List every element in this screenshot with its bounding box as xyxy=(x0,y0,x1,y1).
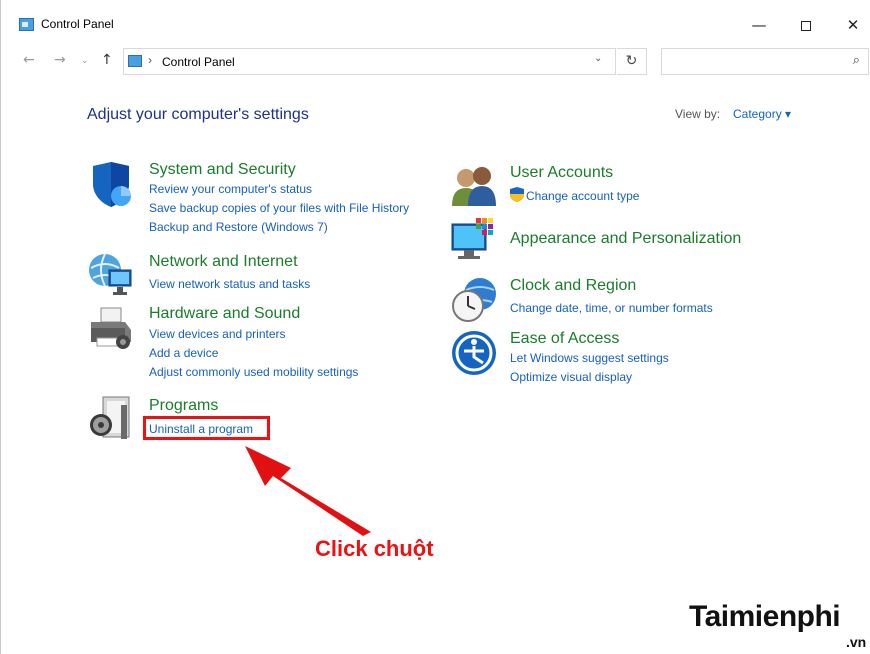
window-title: Control Panel xyxy=(41,17,114,31)
watermark-suffix: .vn xyxy=(846,634,867,650)
title-bar: Control Panel — ✕ xyxy=(1,0,870,42)
uac-shield-icon xyxy=(510,187,524,202)
network-globe-icon xyxy=(89,253,132,295)
page-title: Adjust your computer's settings xyxy=(87,106,309,123)
close-button[interactable]: ✕ xyxy=(830,10,870,40)
link-file-history[interactable]: Save backup copies of your files with Fi… xyxy=(149,201,409,215)
category-ease-of-access: Ease of Access Let Windows suggest setti… xyxy=(450,329,790,389)
users-icon xyxy=(452,167,496,206)
link-network-status[interactable]: View network status and tasks xyxy=(149,277,310,291)
watermark-logo: Taimienphi xyxy=(689,600,841,633)
category-title[interactable]: Hardware and Sound xyxy=(149,305,300,323)
recent-locations-button[interactable]: ⌄ xyxy=(81,56,89,66)
category-title[interactable]: Programs xyxy=(149,397,218,415)
view-by-label: View by: xyxy=(675,107,721,121)
breadcrumb-control-panel[interactable]: Control Panel xyxy=(162,55,235,69)
category-system-security: System and Security Review your computer… xyxy=(87,160,427,240)
category-hardware-sound: Hardware and Sound View devices and prin… xyxy=(87,304,427,384)
link-optimize-display[interactable]: Optimize visual display xyxy=(510,370,632,384)
search-icon[interactable]: ⌕ xyxy=(853,53,860,68)
category-network-internet: Network and Internet View network status… xyxy=(87,250,427,300)
refresh-button[interactable]: ↻ xyxy=(617,48,647,75)
up-button[interactable]: ↑ xyxy=(101,52,113,68)
navigation-bar: ← → ⌄ ↑ › Control Panel ⌄ ↻ ⌕ xyxy=(1,44,870,78)
category-title[interactable]: User Accounts xyxy=(510,164,613,182)
link-change-account-type[interactable]: Change account type xyxy=(526,189,639,203)
link-mobility-settings[interactable]: Adjust commonly used mobility settings xyxy=(149,365,358,379)
control-panel-window: Control Panel — ✕ ← → ⌄ ↑ › Control Pane… xyxy=(0,0,870,654)
view-by-dropdown[interactable]: Category ▾ xyxy=(733,107,791,121)
back-button[interactable]: ← xyxy=(23,52,35,68)
category-title[interactable]: System and Security xyxy=(149,161,296,179)
link-date-time-formats[interactable]: Change date, time, or number formats xyxy=(510,301,713,315)
maximize-button[interactable] xyxy=(783,10,829,40)
category-title[interactable]: Appearance and Personalization xyxy=(510,230,741,248)
red-arrow-icon xyxy=(245,446,371,536)
shield-icon xyxy=(93,162,131,207)
category-user-accounts: User Accounts Change account type xyxy=(450,162,790,212)
chevron-down-icon[interactable]: ⌄ xyxy=(594,53,602,64)
breadcrumb-separator[interactable]: › xyxy=(148,53,152,67)
link-suggest-settings[interactable]: Let Windows suggest settings xyxy=(510,351,669,365)
link-add-device[interactable]: Add a device xyxy=(149,346,218,360)
category-title[interactable]: Clock and Region xyxy=(510,277,636,295)
monitor-palette-icon xyxy=(451,218,493,259)
highlight-box xyxy=(143,416,270,440)
minimize-button[interactable]: — xyxy=(736,10,782,40)
search-input[interactable]: ⌕ xyxy=(661,48,869,75)
annotation-text: Click chuột xyxy=(315,536,434,561)
category-appearance: Appearance and Personalization xyxy=(450,216,810,266)
control-panel-icon xyxy=(128,55,142,67)
category-title[interactable]: Ease of Access xyxy=(510,330,619,348)
category-clock-region: Clock and Region Change date, time, or n… xyxy=(450,276,790,326)
control-panel-icon xyxy=(19,18,34,31)
address-bar[interactable]: › Control Panel ⌄ xyxy=(123,48,616,75)
programs-disc-icon xyxy=(90,396,130,439)
maximize-icon xyxy=(801,20,811,31)
link-backup-restore[interactable]: Backup and Restore (Windows 7) xyxy=(149,220,328,234)
printer-icon xyxy=(91,307,131,349)
clock-globe-icon xyxy=(452,278,496,322)
link-review-status[interactable]: Review your computer's status xyxy=(149,182,312,196)
forward-button[interactable]: → xyxy=(54,52,66,68)
category-title[interactable]: Network and Internet xyxy=(149,253,298,271)
link-devices-printers[interactable]: View devices and printers xyxy=(149,327,286,341)
ease-of-access-icon xyxy=(452,331,496,375)
